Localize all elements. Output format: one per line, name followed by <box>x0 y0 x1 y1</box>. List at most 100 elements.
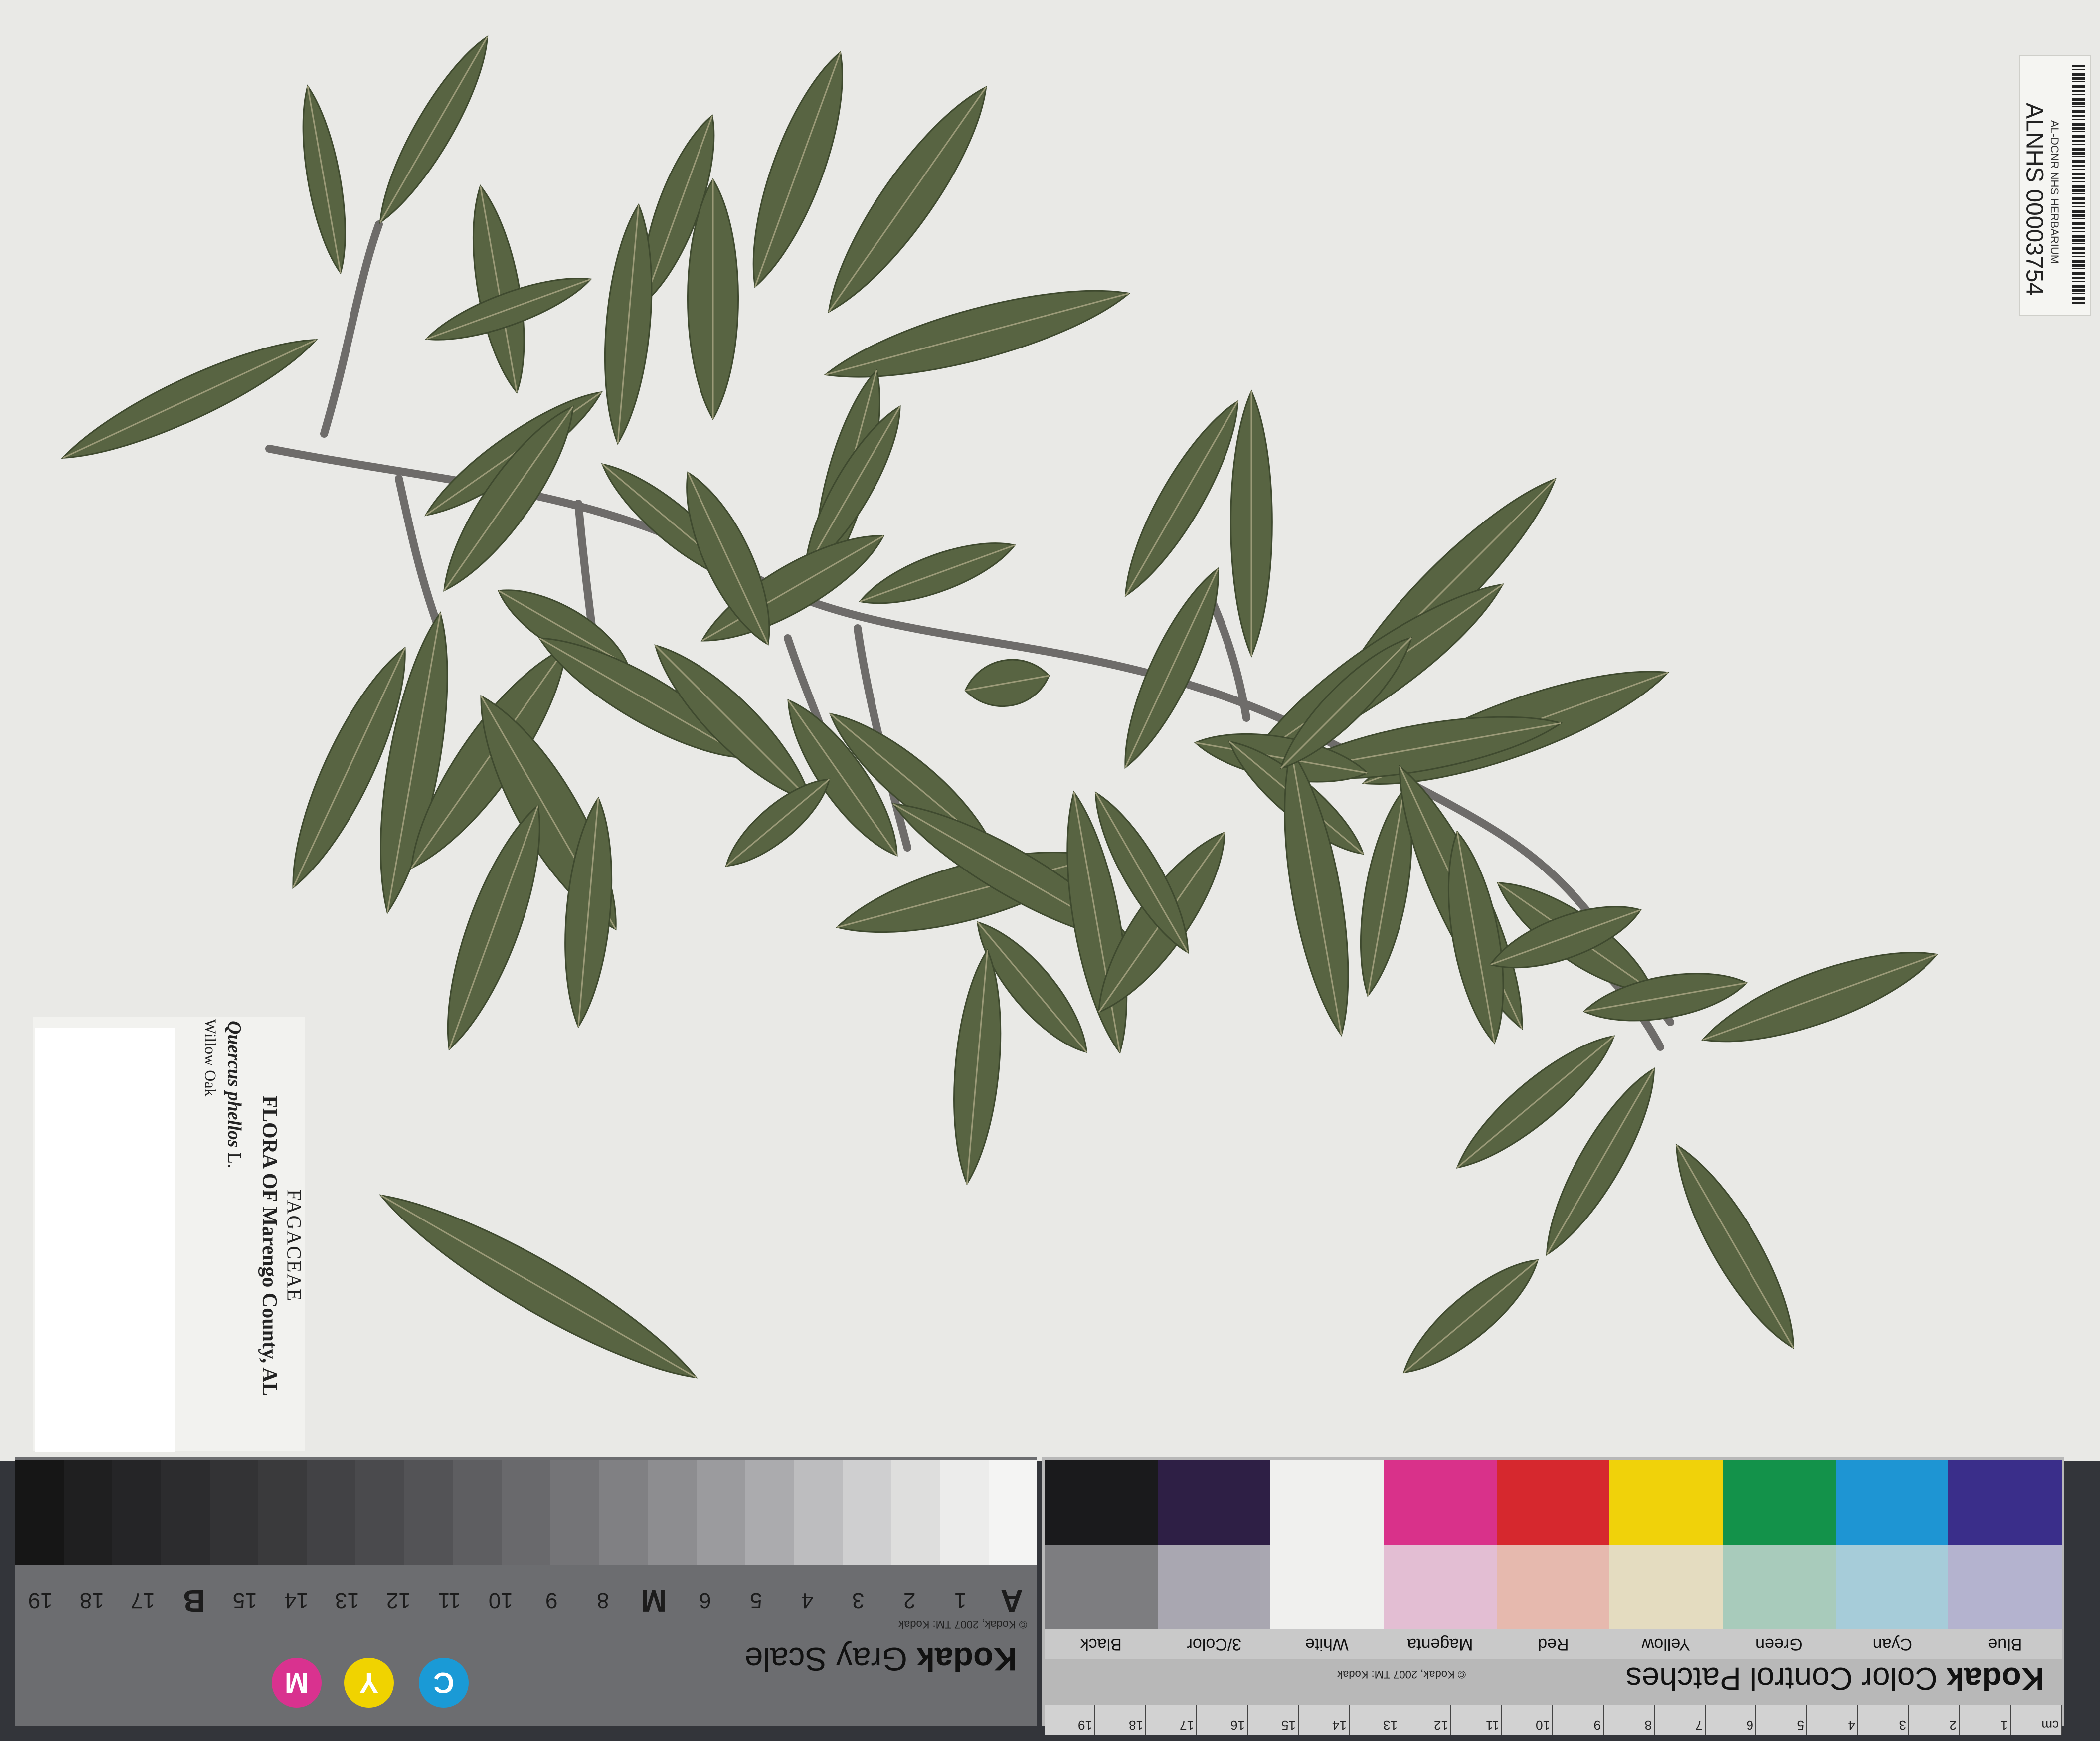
gray-step <box>599 1460 648 1565</box>
color-card-label: Color Control Patches <box>1625 1661 1938 1697</box>
ruler-tick: 12 <box>1400 1705 1451 1735</box>
gray-step <box>794 1460 843 1565</box>
ruler-tick: 9 <box>1553 1705 1604 1735</box>
herbarium-name: AL-DCNR NHS HERBARIUM <box>2048 120 2061 264</box>
leaf-midrib <box>754 52 841 287</box>
gray-step <box>453 1460 502 1565</box>
color-patch-names: Blue Cyan Green Yellow Red Magenta White 3/Colo… <box>1045 1629 2062 1659</box>
leaf-midrib <box>1125 401 1238 596</box>
gray-step-number: 19 <box>28 1588 53 1613</box>
gray-scale-title: Kodak Gray Scale <box>698 1640 1017 1678</box>
color-patch-name: Yellow <box>1642 1635 1691 1654</box>
kodak-logo: Kodak <box>1946 1661 2044 1697</box>
gray-step-number: 9 <box>545 1588 558 1613</box>
author: L. <box>224 1152 245 1169</box>
gray-step <box>15 1460 64 1565</box>
ruler-tick: 18 <box>1095 1705 1146 1735</box>
ruler-tick: 14 <box>1299 1705 1350 1735</box>
catalog-number: ALNHS 00003754 <box>2021 103 2048 296</box>
gray-scale-label: Gray Scale <box>744 1641 907 1678</box>
color-patch <box>1384 1460 1497 1545</box>
leaf-midrib <box>1702 954 1937 1041</box>
color-patch <box>1835 1460 1949 1545</box>
scientific-name-line: Quercus phellos L. <box>223 1021 245 1469</box>
yellow-circle: Y <box>344 1658 394 1708</box>
color-patch-name: Magenta <box>1407 1635 1473 1654</box>
stem <box>395 475 443 632</box>
color-patch-name: 3/Color <box>1187 1635 1241 1654</box>
ruler-tick: 3 <box>1858 1705 1909 1735</box>
gray-step-number: 14 <box>284 1588 309 1613</box>
ruler-tick: 4 <box>1807 1705 1858 1735</box>
cm-ruler: cm 1 2 3 4 5 6 7 8 9 10 11 12 13 14 15 16 17 18 19 <box>1045 1705 2062 1735</box>
leaf-midrib <box>1676 1144 1794 1349</box>
gray-step <box>550 1460 599 1565</box>
gray-step <box>355 1460 404 1565</box>
flora-title: FLORA OF Marengo County, AL <box>258 1095 281 1396</box>
color-patch-name: Red <box>1537 1635 1569 1654</box>
gray-step <box>404 1460 453 1565</box>
gray-step <box>209 1460 259 1565</box>
color-patch <box>1270 1545 1384 1629</box>
color-patch <box>1609 1460 1723 1545</box>
color-patch-name: White <box>1305 1635 1349 1654</box>
gray-step-number: 3 <box>852 1588 865 1613</box>
gray-step <box>307 1460 356 1565</box>
gray-step-number: 11 <box>438 1588 461 1613</box>
leaf-midrib <box>725 779 830 867</box>
gray-step-number: 18 <box>79 1588 104 1613</box>
gray-step-number: 13 <box>335 1588 359 1613</box>
family-name: FAGACEAE <box>283 1189 306 1302</box>
gray-step <box>63 1460 113 1565</box>
ruler-tick: 16 <box>1197 1705 1248 1735</box>
gray-step-number: 6 <box>699 1588 711 1613</box>
gray-step-number: 1 <box>954 1588 967 1613</box>
leaf-midrib <box>379 36 488 223</box>
leaf <box>1701 952 1938 1043</box>
color-patch <box>1723 1460 1836 1545</box>
ruler-tick: 8 <box>1604 1705 1655 1735</box>
gray-step-number: 2 <box>903 1588 915 1613</box>
common-name: Willow Oak <box>201 1019 220 1097</box>
gray-scale-numbers: A 1 2 3 4 5 6 M 8 9 10 11 12 13 14 15 B 17 18 19 <box>15 1578 1037 1623</box>
color-patch <box>1157 1545 1271 1629</box>
scientific-name: Quercus phellos <box>224 1021 245 1148</box>
leaf-midrib <box>1403 1259 1539 1373</box>
ruler-tick: cm <box>2011 1705 2062 1735</box>
ruler-tick: 5 <box>1756 1705 1807 1735</box>
leaf <box>1230 389 1273 658</box>
color-patches-top <box>1045 1460 2062 1545</box>
gray-step <box>696 1460 745 1565</box>
color-patch-name: Cyan <box>1872 1635 1912 1654</box>
color-patch <box>1496 1460 1610 1545</box>
color-patch <box>1723 1545 1836 1629</box>
magenta-circle: M <box>272 1658 322 1708</box>
color-patch <box>1609 1545 1723 1629</box>
gray-step <box>988 1460 1038 1565</box>
gray-step <box>648 1460 697 1565</box>
gray-step-number: 17 <box>130 1588 155 1613</box>
color-patch-name: Black <box>1080 1635 1122 1654</box>
barcode <box>2072 65 2085 306</box>
leaf <box>1675 1143 1795 1350</box>
leaf <box>824 290 1131 378</box>
ruler-tick: 2 <box>1909 1705 1960 1735</box>
color-patch <box>1045 1545 1158 1629</box>
ruler-tick: 13 <box>1350 1705 1400 1735</box>
leaf-midrib <box>62 339 317 459</box>
gray-steps <box>15 1460 1038 1565</box>
color-patch <box>1270 1460 1384 1545</box>
gray-step <box>258 1460 307 1565</box>
ruler-tick: 7 <box>1655 1705 1706 1735</box>
gray-step-number: 12 <box>386 1588 411 1613</box>
color-patch <box>1045 1460 1158 1545</box>
cyan-circle: C <box>419 1658 469 1708</box>
gray-step <box>842 1460 891 1565</box>
color-patches-bottom <box>1045 1545 2062 1629</box>
gray-step <box>502 1460 550 1565</box>
leaf <box>953 948 1002 1186</box>
gray-step-number: M <box>641 1583 667 1618</box>
gray-step-number: 8 <box>596 1588 609 1613</box>
leaf <box>964 659 1050 707</box>
gray-step-number: A <box>1000 1583 1023 1618</box>
